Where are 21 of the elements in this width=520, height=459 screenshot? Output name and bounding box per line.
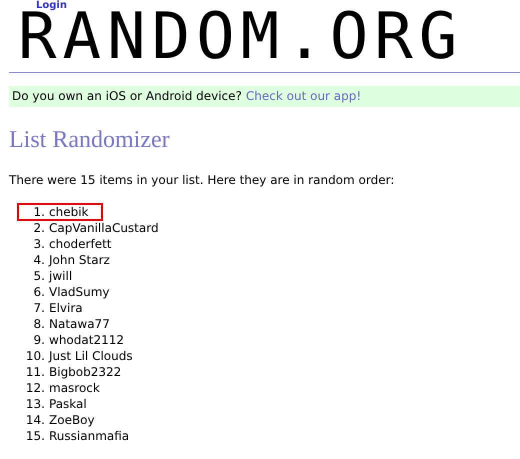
list-item: 12. masrock xyxy=(24,380,101,397)
list-item: 5. jwill xyxy=(32,268,74,285)
page-heading: List Randomizer xyxy=(9,126,171,155)
login-link[interactable]: Login xyxy=(36,0,67,11)
list-item: 14. ZoeBoy xyxy=(24,412,96,429)
list-item: 3. choderfett xyxy=(32,236,112,253)
site-logo: RANDOM.ORG xyxy=(18,11,464,63)
app-link[interactable]: Check out our app! xyxy=(246,89,362,103)
list-item: 11. Bigbob2322 xyxy=(24,364,122,381)
list-item: 2. CapVanillaCustard xyxy=(32,220,160,237)
list-item: 4. John Starz xyxy=(32,252,111,269)
intro-text: There were 15 items in your list. Here they are in random order: xyxy=(9,173,396,188)
list-item: 9. whodat2112 xyxy=(32,332,125,349)
list-item: 1. chebik xyxy=(17,203,102,221)
list-item: 6. VladSumy xyxy=(32,284,111,301)
banner-text: Do you own an iOS or Android device? xyxy=(12,89,242,103)
list-item: 10. Just Lil Clouds xyxy=(24,348,134,365)
list-item: 15. Russianmafia xyxy=(24,428,130,445)
list-item: 8. Natawa77 xyxy=(32,316,111,333)
list-item: 13. Paskal xyxy=(24,396,88,413)
list-item: 7. Elvira xyxy=(32,300,84,317)
